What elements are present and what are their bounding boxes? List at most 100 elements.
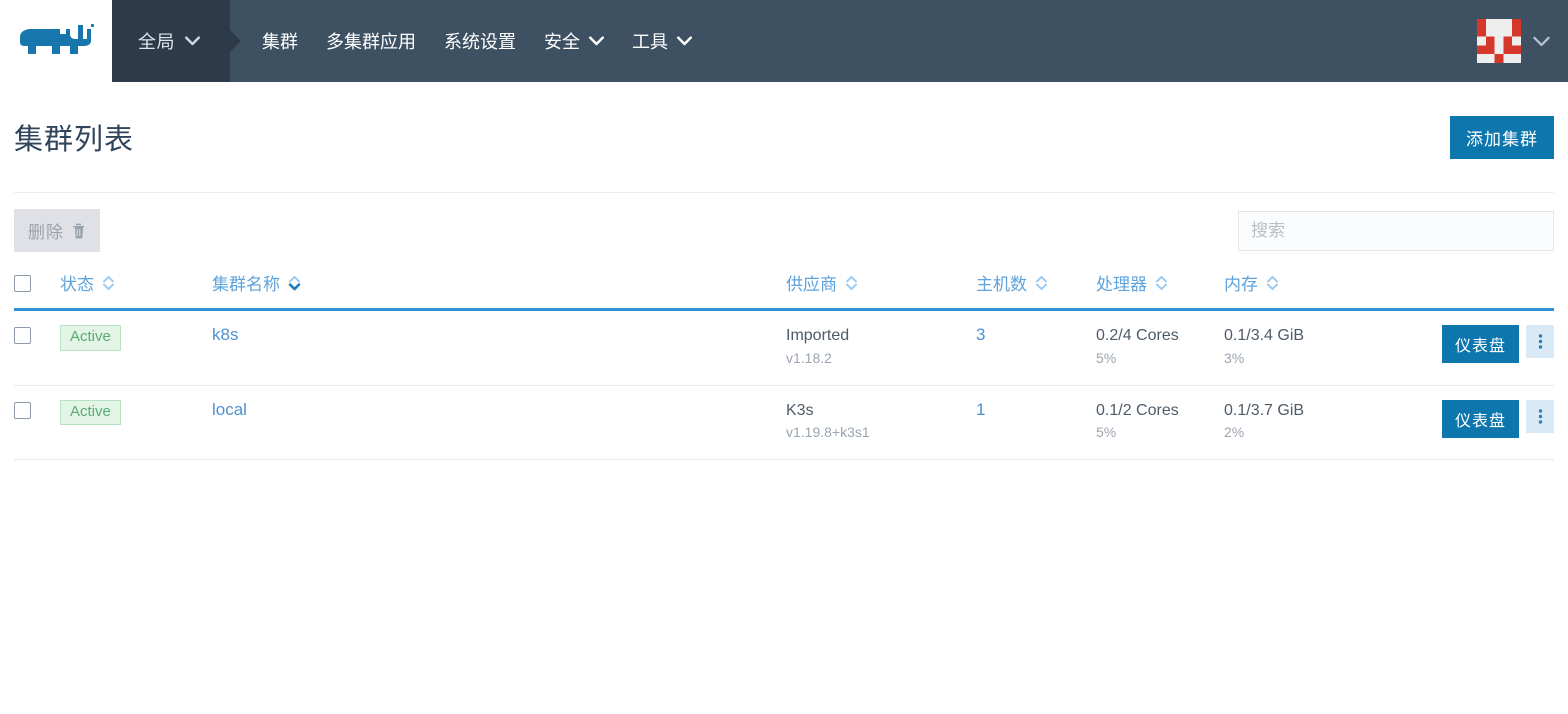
cpu-percent: 5% — [1096, 424, 1117, 441]
row-actions-cell: 仪表盘 — [1409, 309, 1554, 386]
table-head: 状态 集群名称 供应商 主机数 处理器 内存 — [14, 262, 1554, 311]
delete-button[interactable]: 删除 — [14, 209, 100, 252]
memory-percent: 2% — [1224, 424, 1245, 441]
chevron-down-icon — [1533, 36, 1550, 47]
row-name-cell: local — [212, 385, 786, 461]
row-hosts-cell: 3 — [976, 309, 1096, 386]
row-actions: 仪表盘 — [1409, 399, 1554, 438]
search-input[interactable] — [1238, 210, 1554, 251]
memory-usage: 0.1/3.7 GiB — [1224, 401, 1305, 419]
column-header-label: 供应商 — [786, 275, 837, 294]
row-checkbox[interactable] — [14, 327, 31, 344]
column-header-cpu[interactable]: 处理器 — [1096, 262, 1224, 311]
column-header-actions — [1409, 262, 1554, 311]
table-header-row: 状态 集群名称 供应商 主机数 处理器 内存 — [14, 262, 1554, 311]
sort-icon-active — [288, 275, 301, 291]
nav-links: 集群 多集群应用 系统设置 安全 工具 — [230, 0, 706, 82]
provider-name: K3s — [786, 401, 814, 419]
sort-icon — [1266, 275, 1279, 291]
column-header-label: 集群名称 — [212, 275, 280, 294]
trash-icon — [71, 222, 86, 239]
chevron-down-icon — [677, 36, 692, 46]
nav-link-multi-cluster-apps[interactable]: 多集群应用 — [312, 0, 430, 82]
row-cpu-cell: 0.1/2 Cores 5% — [1096, 385, 1224, 461]
nav-scope-selector[interactable]: 全局 — [112, 0, 241, 82]
rancher-logo[interactable] — [0, 0, 112, 82]
add-cluster-button[interactable]: 添加集群 — [1450, 115, 1554, 159]
row-menu-button[interactable] — [1526, 399, 1554, 433]
nav-link-label: 集群 — [262, 32, 298, 52]
select-all-checkbox[interactable] — [14, 274, 31, 292]
select-all-header — [14, 262, 60, 311]
row-memory-cell: 0.1/3.4 GiB 3% — [1224, 309, 1409, 386]
table-row: Active local K3s v1.19.8+k3s1 1 0.1/2 Co… — [14, 385, 1554, 461]
row-hosts-cell: 1 — [976, 385, 1096, 461]
nav-link-system-settings[interactable]: 系统设置 — [430, 0, 530, 82]
column-header-label: 主机数 — [976, 275, 1027, 294]
row-cpu-cell: 0.2/4 Cores 5% — [1096, 309, 1224, 386]
host-count-link[interactable]: 3 — [976, 325, 985, 344]
sort-icon — [1035, 275, 1048, 291]
provider-version: v1.19.8+k3s1 — [786, 424, 870, 441]
nav-link-label: 系统设置 — [444, 32, 516, 52]
row-provider-cell: K3s v1.19.8+k3s1 — [786, 385, 976, 461]
nav-link-security[interactable]: 安全 — [530, 0, 618, 82]
cpu-usage: 0.2/4 Cores — [1096, 327, 1179, 344]
user-menu[interactable] — [1477, 0, 1568, 82]
delete-button-label: 删除 — [28, 223, 64, 242]
top-navbar: 全局 集群 多集群应用 系统设置 安全 工具 — [0, 0, 1568, 82]
row-menu-button[interactable] — [1526, 325, 1554, 358]
memory-usage: 0.1/3.4 GiB — [1224, 327, 1305, 344]
column-header-hosts[interactable]: 主机数 — [976, 262, 1096, 311]
column-header-provider[interactable]: 供应商 — [786, 262, 976, 311]
row-name-cell: k8s — [212, 309, 786, 386]
column-header-label: 处理器 — [1096, 275, 1147, 294]
identicon-avatar — [1477, 19, 1521, 63]
cpu-usage: 0.1/2 Cores — [1096, 401, 1179, 419]
sort-icon — [102, 275, 115, 291]
row-memory-cell: 0.1/3.7 GiB 2% — [1224, 385, 1409, 461]
dashboard-button[interactable]: 仪表盘 — [1441, 399, 1519, 438]
cluster-name-link[interactable]: k8s — [212, 325, 238, 344]
cpu-percent: 5% — [1096, 349, 1117, 366]
row-actions-cell: 仪表盘 — [1409, 385, 1554, 461]
page-title: 集群列表 — [14, 124, 135, 156]
column-header-name[interactable]: 集群名称 — [212, 262, 786, 311]
rancher-cow-logo-icon — [16, 21, 96, 61]
row-actions: 仪表盘 — [1409, 325, 1554, 363]
row-state-cell: Active — [60, 385, 212, 461]
kebab-menu-icon — [1538, 333, 1543, 350]
row-provider-cell: Imported v1.18.2 — [786, 309, 976, 386]
memory-percent: 3% — [1224, 349, 1245, 366]
provider-version: v1.18.2 — [786, 349, 832, 366]
cluster-name-link[interactable]: local — [212, 400, 247, 419]
column-header-label: 状态 — [60, 275, 94, 294]
clusters-table-container: 状态 集群名称 供应商 主机数 处理器 内存 Active k8s Import… — [0, 262, 1568, 461]
column-header-label: 内存 — [1224, 275, 1258, 294]
nav-link-clusters[interactable]: 集群 — [248, 0, 312, 82]
sort-icon — [1155, 275, 1168, 291]
host-count-link[interactable]: 1 — [976, 400, 985, 419]
column-header-state[interactable]: 状态 — [60, 262, 212, 311]
table-toolbar: 删除 — [0, 193, 1568, 262]
table-row: Active k8s Imported v1.18.2 3 0.2/4 Core… — [14, 309, 1554, 386]
chevron-down-icon — [589, 36, 604, 46]
nav-link-label: 安全 — [544, 32, 580, 52]
clusters-table: 状态 集群名称 供应商 主机数 处理器 内存 Active k8s Import… — [14, 262, 1554, 461]
chevron-down-icon — [185, 36, 200, 46]
nav-scope-label: 全局 — [138, 32, 175, 52]
nav-link-label: 多集群应用 — [326, 32, 416, 52]
row-select-cell — [14, 385, 60, 461]
column-header-memory[interactable]: 内存 — [1224, 262, 1409, 311]
nav-link-tools[interactable]: 工具 — [618, 0, 706, 82]
row-select-cell — [14, 309, 60, 386]
sort-icon — [845, 275, 858, 291]
kebab-menu-icon — [1538, 408, 1543, 425]
dashboard-button[interactable]: 仪表盘 — [1441, 325, 1519, 363]
page-header: 集群列表 添加集群 — [0, 82, 1568, 192]
provider-name: Imported — [786, 327, 850, 344]
nav-link-label: 工具 — [632, 32, 668, 52]
row-checkbox[interactable] — [14, 401, 31, 419]
status-badge: Active — [60, 399, 121, 426]
